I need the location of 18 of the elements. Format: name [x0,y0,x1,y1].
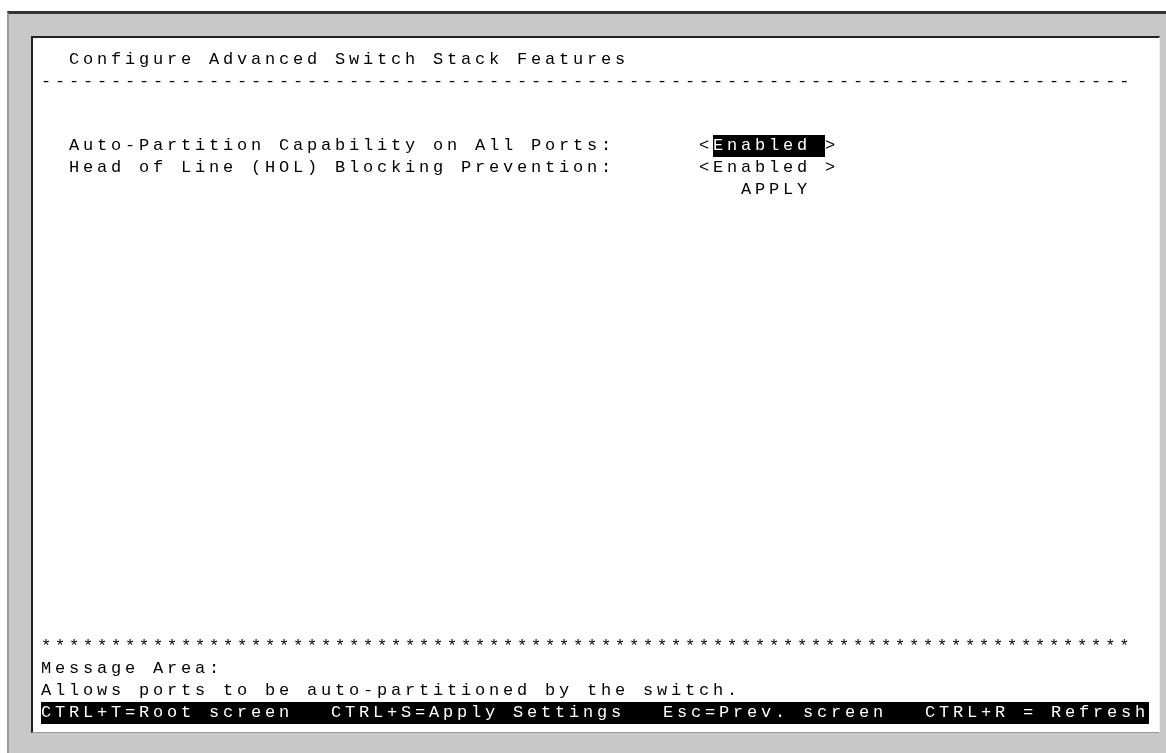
message-text: Allows ports to be auto-partitioned by the switch. [41,680,742,702]
shortcut-hint: CTRL+S=Apply Settings [331,702,626,724]
shortcut-hint: CTRL+R = Refresh [924,702,1149,724]
bracket: < [699,157,713,179]
setting-value[interactable]: Enabled [713,135,826,157]
screen-title: Configure Advanced Switch Stack Features [69,49,630,71]
bracket: < [699,135,713,157]
message-heading: Message Area: [41,658,224,680]
shortcut-hint: CTRL+T=Root screen [41,702,294,724]
asterisk-rule: ****************************************************************************** [41,636,1134,658]
setting-label: Auto-Partition Capability on All Ports: [69,135,617,157]
shortcut-hint: Esc=Prev. screen [663,702,887,724]
setting-label: Head of Line (HOL) Blocking Prevention: [69,157,617,179]
bracket: > [825,135,840,157]
bracket: > [825,157,840,179]
setting-value[interactable]: Enabled [713,157,826,179]
dashed-rule: ------------------------------------------------------------------------------ [41,71,1134,93]
apply-button[interactable]: APPLY [741,179,811,201]
